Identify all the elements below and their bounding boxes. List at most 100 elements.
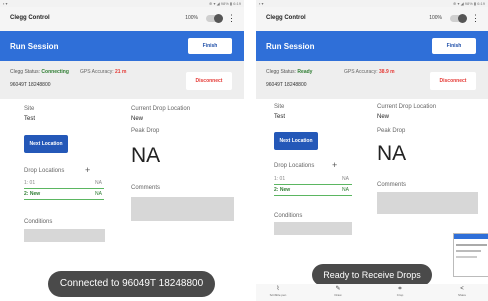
scribble-icon: ⌇	[276, 286, 280, 292]
peak-drop-value: NA	[131, 144, 161, 167]
next-location-button[interactable]: Next Location	[24, 135, 68, 153]
conditions-input[interactable]	[24, 229, 105, 242]
finish-button[interactable]: Finish	[432, 38, 476, 54]
current-drop-value: New	[131, 116, 144, 122]
status-right: ⊕ ▾ ◢ 98% ▮ 6:19	[209, 1, 241, 6]
current-drop-label: Current Drop Location	[131, 106, 191, 112]
scribble-label: Scribble pen	[269, 293, 287, 297]
thumb-line	[456, 256, 477, 258]
crop-button[interactable]: ⌗ Crop	[380, 285, 420, 298]
toggle-knob	[214, 14, 223, 23]
drop-row-name[interactable]: 1: 01	[274, 176, 285, 182]
add-icon[interactable]: +	[85, 165, 90, 175]
left-screen: ▪ ▾ ⊕ ▾ ◢ 98% ▮ 6:19 Clegg Control 100% …	[0, 0, 244, 301]
clegg-status: Clegg Status: Connecting	[10, 69, 69, 75]
current-drop-label: Current Drop Location	[377, 104, 437, 110]
app-bar: Clegg Control 100% ⋮	[256, 7, 488, 31]
comments-input[interactable]	[131, 197, 234, 221]
disconnect-button[interactable]: Disconnect	[430, 72, 476, 90]
drop-row-name[interactable]: 2: New	[274, 187, 290, 193]
toggle-switch[interactable]	[450, 14, 467, 23]
draw-label: Draw	[334, 293, 342, 297]
clegg-status-label: Clegg Status:	[266, 69, 297, 75]
share-icon: <	[460, 286, 464, 292]
disconnect-button[interactable]: Disconnect	[186, 72, 232, 90]
toggle-knob	[458, 14, 467, 23]
connection-panel: Clegg Status: Ready GPS Accuracy: 38.9 m…	[256, 61, 488, 99]
current-drop-value: New	[377, 114, 390, 120]
app-title: Clegg Control	[10, 15, 50, 21]
selected-row-divider	[24, 188, 104, 189]
status-left: ▪ ▾	[259, 1, 264, 6]
drop-row-value: NA	[95, 180, 102, 186]
site-label: Site	[274, 104, 285, 110]
connection-panel: Clegg Status: Connecting GPS Accuracy: 2…	[0, 61, 244, 99]
gps-label: GPS Accuracy:	[80, 69, 114, 75]
drop-locations-label: Drop Locations	[274, 163, 315, 169]
switch-label: 100%	[429, 15, 442, 21]
thumb-line	[456, 244, 487, 246]
clegg-status-label: Clegg Status:	[10, 69, 41, 75]
selected-row-divider	[274, 195, 352, 196]
peak-drop-label: Peak Drop	[377, 128, 406, 134]
device-id: 96049T 18248800	[10, 82, 51, 88]
gps-accuracy: GPS Accuracy: 38.9 m	[344, 69, 395, 75]
conditions-input[interactable]	[274, 222, 352, 235]
status-bar: ▪ ▾ ⊕ ▾ ◢ 98% ▮ 6:19	[0, 0, 244, 7]
screenshot-thumbnail[interactable]	[453, 233, 488, 277]
peak-drop-value: NA	[377, 142, 407, 165]
comments-label: Comments	[377, 182, 407, 188]
comments-label: Comments	[131, 185, 161, 191]
switch-label: 100%	[185, 15, 198, 21]
drop-row-value: NA	[342, 187, 349, 193]
crop-icon: ⌗	[398, 286, 402, 292]
finish-button[interactable]: Finish	[188, 38, 232, 54]
session-title: Run Session	[266, 42, 315, 51]
scribble-button[interactable]: ⌇ Scribble pen	[258, 285, 298, 298]
site-value: Test	[24, 116, 36, 122]
drop-row-value: NA	[95, 191, 102, 197]
app-bar: Clegg Control 100% ⋮	[0, 7, 244, 31]
selected-row-divider	[24, 199, 104, 200]
thumb-line	[456, 250, 481, 252]
gps-accuracy: GPS Accuracy: 21 m	[80, 69, 126, 75]
share-label: Share	[457, 293, 466, 297]
toast-message: Ready to Receive Drops	[312, 264, 432, 286]
drop-row-name[interactable]: 2: New	[24, 191, 40, 197]
gps-label: GPS Accuracy:	[344, 69, 378, 75]
toast-message: Connected to 96049T 18248800	[48, 271, 215, 297]
session-header: Run Session Finish	[256, 31, 488, 61]
next-location-button[interactable]: Next Location	[274, 132, 318, 150]
crop-label: Crop	[396, 293, 404, 297]
conditions-label: Conditions	[274, 213, 303, 219]
conditions-label: Conditions	[24, 219, 53, 225]
pen-icon: ✎	[335, 286, 341, 292]
gps-value: 21 m	[115, 69, 127, 75]
draw-button[interactable]: ✎ Draw	[318, 285, 358, 298]
clegg-status-value: Ready	[297, 69, 313, 75]
session-title: Run Session	[10, 42, 59, 51]
drop-locations-label: Drop Locations	[24, 168, 65, 174]
clegg-status: Clegg Status: Ready	[266, 69, 312, 75]
add-icon[interactable]: +	[332, 160, 337, 170]
toggle-switch[interactable]	[206, 14, 223, 23]
gps-value: 38.9 m	[379, 69, 395, 75]
device-id: 96049T 18248800	[266, 82, 307, 88]
right-screen: ▪ ▾ ⊕ ▾ ◢ 98% ▮ 6:19 Clegg Control 100% …	[256, 0, 488, 301]
clegg-status-value: Connecting	[41, 69, 69, 75]
drop-row-value: NA	[342, 176, 349, 182]
session-header: Run Session Finish	[0, 31, 244, 61]
drop-row-name[interactable]: 1: 01	[24, 180, 35, 186]
status-bar: ▪ ▾ ⊕ ▾ ◢ 98% ▮ 6:19	[256, 0, 488, 7]
app-title: Clegg Control	[266, 15, 306, 21]
status-right: ⊕ ▾ ◢ 98% ▮ 6:19	[453, 1, 485, 6]
site-value: Test	[274, 114, 286, 120]
comments-input[interactable]	[377, 192, 478, 214]
thumb-header	[454, 234, 488, 239]
more-vert-icon[interactable]: ⋮	[471, 13, 480, 23]
share-button[interactable]: < Share	[442, 285, 482, 298]
more-vert-icon[interactable]: ⋮	[227, 13, 236, 23]
site-label: Site	[24, 106, 35, 112]
selected-row-divider	[274, 184, 352, 185]
status-left: ▪ ▾	[3, 1, 8, 6]
